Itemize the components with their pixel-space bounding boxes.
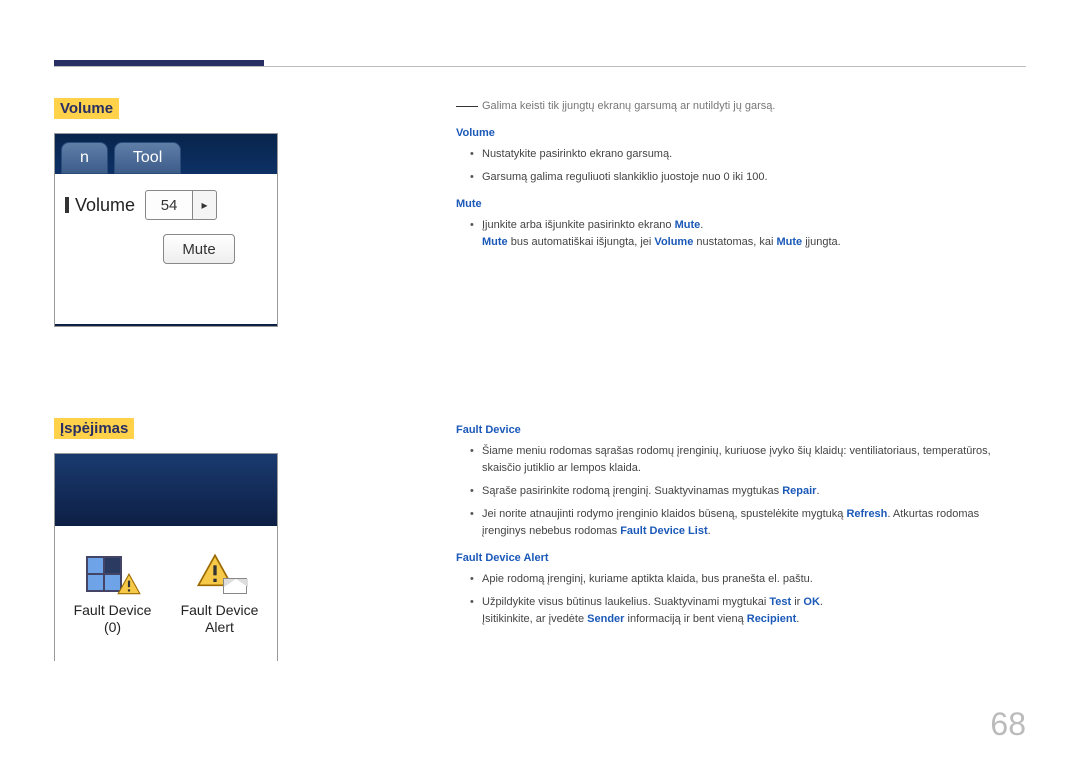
text-fragment: Sąraše pasirinkite rodomą įrenginį. Suak… — [482, 485, 782, 497]
screenshot-tabbar: n Tool — [55, 134, 277, 174]
text-fragment: įjungta. — [805, 236, 840, 248]
keyword-repair: Repair — [782, 485, 816, 497]
keyword-recipient: Recipient — [747, 613, 797, 625]
keyword-test: Test — [769, 596, 791, 608]
subheading-volume: Volume — [456, 125, 1026, 142]
keyword-mute: Mute — [482, 236, 508, 248]
note-volume-intro: Galima keisti tik įjungtų ekranų garsumą… — [456, 98, 1026, 115]
header-divider — [54, 66, 1026, 67]
fault-device-alert-label-1: Fault Device — [181, 602, 259, 620]
page-number: 68 — [990, 706, 1026, 743]
fault-device-label: Fault Device — [74, 602, 152, 620]
fault-device-icon — [86, 552, 140, 596]
keyword-volume: Volume — [654, 236, 693, 248]
note-volume-intro-text: Galima keisti tik įjungtų ekranų garsumą… — [482, 100, 775, 112]
bullet: Nustatykite pasirinkto ekrano garsumą. — [470, 146, 1026, 163]
text-fragment: . — [820, 596, 823, 608]
tab-n-fragment: n — [61, 142, 108, 174]
volume-value: 54 — [145, 190, 193, 220]
text-fragment: . — [700, 219, 703, 231]
screenshot-warning: Fault Device (0) Fault Device Alert — [54, 453, 278, 661]
bullet: Sąraše pasirinkite rodomą įrenginį. Suak… — [470, 483, 1026, 500]
bullet: Šiame meniu rodomas sąrašas rodomų įreng… — [470, 443, 1026, 477]
subheading-fault-device: Fault Device — [456, 422, 1026, 439]
keyword-mute: Mute — [675, 219, 701, 231]
keyword-sender: Sender — [587, 613, 624, 625]
keyword-mute: Mute — [777, 236, 803, 248]
text-fragment: nustatomas, kai — [696, 236, 776, 248]
fault-device-item[interactable]: Fault Device (0) — [74, 552, 152, 637]
mute-button[interactable]: Mute — [163, 234, 235, 264]
fault-device-count: (0) — [104, 619, 121, 637]
bullet: Apie rodomą įrenginį, kuriame aptikta kl… — [470, 571, 1026, 588]
tab-tool: Tool — [114, 142, 181, 174]
bullet: Užpildykite visus būtinus laukelius. Sua… — [470, 594, 1026, 628]
keyword-refresh: Refresh — [846, 508, 887, 520]
text-fragment: . — [816, 485, 819, 497]
bullet: Jei norite atnaujinti rodymo įrenginio k… — [470, 506, 1026, 540]
screenshot-volume-label: Volume — [65, 195, 135, 216]
screenshot-volume: n Tool Volume 54 ▸ Mute — [54, 133, 278, 327]
warning-icon — [116, 572, 142, 598]
text-fragment: . — [796, 613, 799, 625]
section-heading-volume: Volume — [54, 98, 119, 119]
text-fragment: Jei norite atnaujinti rodymo įrenginio k… — [482, 508, 846, 520]
volume-spinner[interactable]: 54 ▸ — [145, 190, 217, 220]
text-fragment: informaciją ir bent vieną — [628, 613, 747, 625]
fault-device-alert-label-2: Alert — [205, 619, 234, 637]
text-fragment: . — [708, 525, 711, 537]
subheading-mute: Mute — [456, 196, 1026, 213]
bullet: Garsumą galima reguliuoti slankiklio juo… — [470, 169, 1026, 186]
subheading-fault-device-alert: Fault Device Alert — [456, 550, 1026, 567]
screenshot-blue-area — [55, 454, 277, 526]
text-fragment: Įjunkite arba išjunkite pasirinkto ekran… — [482, 219, 675, 231]
text-fragment: ir — [794, 596, 803, 608]
text-fragment: bus automatiškai išjungta, jei — [511, 236, 655, 248]
envelope-icon — [223, 578, 247, 594]
volume-increment-icon[interactable]: ▸ — [193, 190, 217, 220]
fault-device-alert-icon — [193, 552, 247, 596]
section-heading-warning: Įspėjimas — [54, 418, 134, 439]
text-fragment: Užpildykite visus būtinus laukelius. Sua… — [482, 596, 769, 608]
fault-device-alert-item[interactable]: Fault Device Alert — [181, 552, 259, 637]
text-fragment: Įsitikinkite, ar įvedėte — [482, 613, 587, 625]
bullet: Įjunkite arba išjunkite pasirinkto ekran… — [470, 217, 1026, 251]
keyword-ok: OK — [803, 596, 820, 608]
keyword-fault-device-list: Fault Device List — [620, 525, 707, 537]
